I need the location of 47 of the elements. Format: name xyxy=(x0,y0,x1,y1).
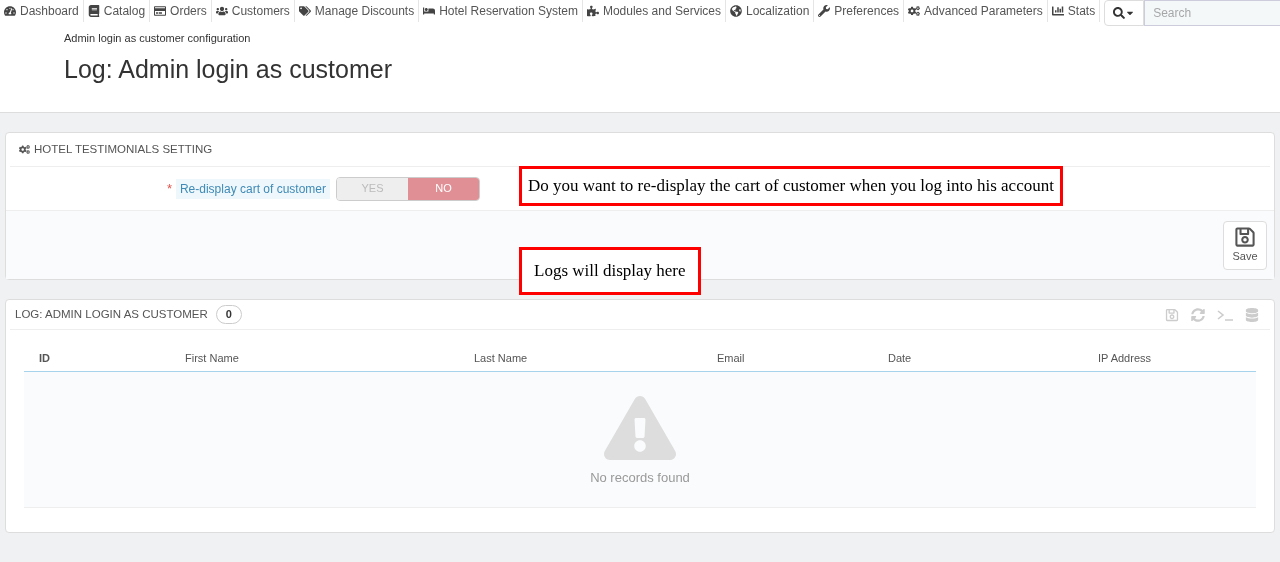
gears-icon xyxy=(19,144,30,155)
nav-item[interactable]: Orders xyxy=(150,0,212,22)
column-header: Email xyxy=(716,351,746,367)
database-icon[interactable] xyxy=(1245,307,1259,322)
tags-icon xyxy=(298,5,311,17)
save-icon[interactable] xyxy=(1165,307,1179,322)
nav-item[interactable]: Modules and Services xyxy=(582,0,726,22)
column-header: ID xyxy=(38,351,51,367)
save-button[interactable]: Save xyxy=(1223,220,1267,270)
nav-item[interactable]: Customers xyxy=(211,0,295,22)
field-label: Re-display cart of customer xyxy=(175,178,330,199)
annotation-callout: Do you want to re-display the cart of customer when you log into his account xyxy=(519,166,1063,206)
nav-item[interactable]: Hotel Reservation System xyxy=(419,0,583,22)
empty-message: No records found xyxy=(590,468,690,487)
nav-item[interactable]: Advanced Parameters xyxy=(904,0,1048,22)
search-icon xyxy=(1113,7,1126,19)
column-header: IP Address xyxy=(1097,351,1152,367)
panel-title: LOG: ADMIN LOGIN AS CUSTOMER xyxy=(15,306,208,322)
column-header: Last Name xyxy=(473,351,529,367)
search-type-button[interactable] xyxy=(1104,0,1145,26)
annotation-callout: Logs will display here xyxy=(519,247,701,295)
save-icon xyxy=(1234,225,1256,248)
gears-icon xyxy=(908,5,921,17)
breadcrumb: Admin login as customer configuration xyxy=(64,31,252,46)
nav-item[interactable]: Localization xyxy=(726,0,815,22)
page-title: Log: Admin login as customer xyxy=(64,53,393,85)
puzzle-icon xyxy=(586,5,599,17)
nav-item[interactable]: Manage Discounts xyxy=(294,0,420,22)
panel-title: HOTEL TESTIMONIALS SETTING xyxy=(34,141,213,157)
required-mark: * xyxy=(166,179,172,198)
column-header: First Name xyxy=(184,351,240,367)
refresh-icon[interactable] xyxy=(1191,307,1205,322)
book-icon xyxy=(87,5,100,17)
nav-item[interactable]: Preferences xyxy=(814,0,905,22)
search-field[interactable]: Search xyxy=(1144,0,1280,26)
terminal-icon[interactable] xyxy=(1217,308,1233,321)
nav-item[interactable]: Stats xyxy=(1047,0,1101,22)
dashboard-icon xyxy=(4,5,16,17)
nav-item[interactable]: Catalog xyxy=(83,0,151,22)
column-header: Date xyxy=(887,351,913,367)
bed-icon xyxy=(423,5,436,17)
globe-icon xyxy=(730,5,742,17)
nav-item[interactable]: Dashboard xyxy=(0,0,84,22)
bar-chart-icon xyxy=(1051,5,1064,17)
users-icon xyxy=(215,5,228,17)
credit-card-icon xyxy=(154,5,167,17)
wrench-icon xyxy=(818,5,831,17)
